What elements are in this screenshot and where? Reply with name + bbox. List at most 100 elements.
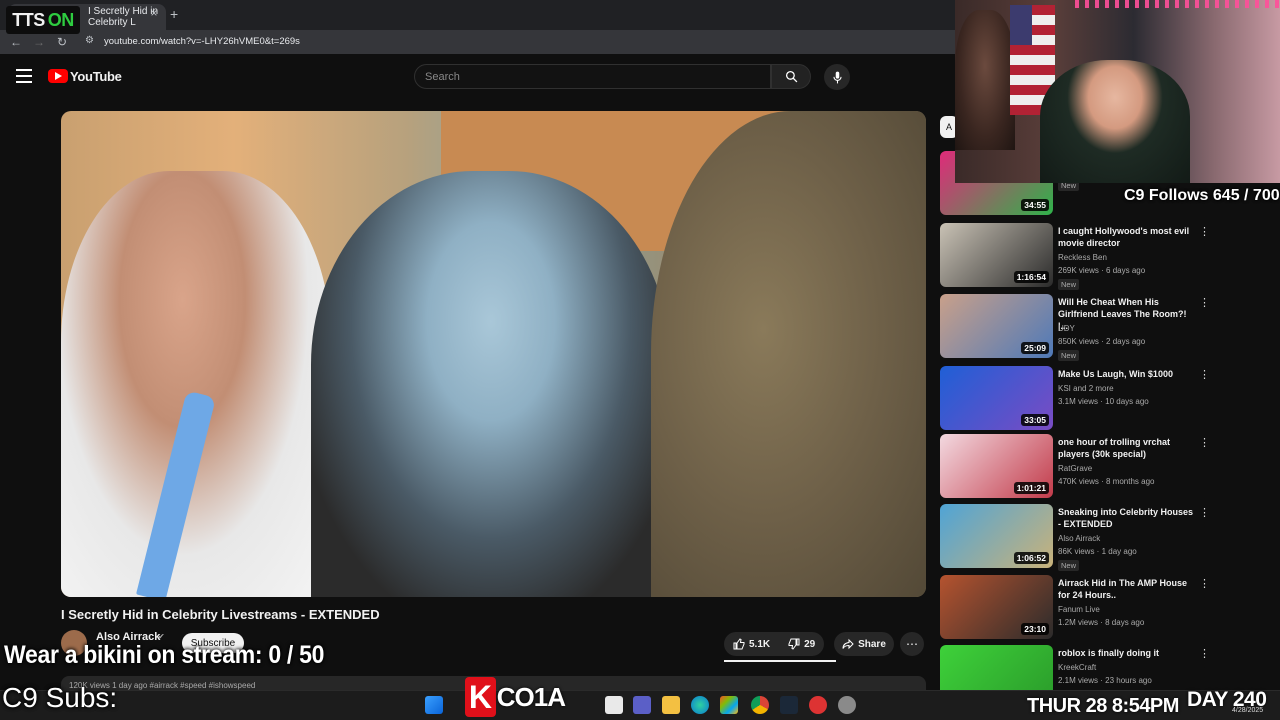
video-thumbnail[interactable]: 1:16:54 <box>940 223 1053 287</box>
edge-icon[interactable] <box>691 696 709 714</box>
video-duration: 25:09 <box>1021 342 1049 354</box>
video-thumbnail[interactable]: 23:10 <box>940 575 1053 639</box>
tab-close-icon[interactable]: × <box>147 6 161 20</box>
kcoin-text: CO1A <box>496 681 566 712</box>
teams-icon[interactable] <box>633 696 651 714</box>
video-thumbnail[interactable]: 33:05 <box>940 366 1053 430</box>
windows-start-icon[interactable] <box>425 696 443 714</box>
clock-overlay: THUR 28 8:54PM <box>1027 695 1179 717</box>
kcoin-logo: K <box>465 677 496 717</box>
copilot-icon[interactable] <box>720 696 738 714</box>
steam-icon[interactable] <box>780 696 798 714</box>
subs-goal: C9 Subs: <box>2 682 118 713</box>
youtube-logo-icon[interactable] <box>48 69 68 83</box>
menu-icon[interactable] <box>16 69 32 83</box>
like-ratio-bar <box>724 660 836 662</box>
voice-search-button[interactable] <box>824 64 850 90</box>
video-title[interactable]: I caught Hollywood's most evil movie dir… <box>1058 225 1198 249</box>
video-player[interactable] <box>61 111 926 597</box>
channel-name[interactable]: KSI and 2 more <box>1058 383 1114 394</box>
new-badge: New <box>1058 350 1080 361</box>
video-menu-icon[interactable]: ⋮ <box>1199 436 1210 449</box>
video-stats: 850K views · 2 days ago <box>1058 337 1146 346</box>
video-duration: 1:16:54 <box>1013 271 1049 283</box>
dislike-count: 29 <box>804 638 816 650</box>
video-stats: 86K views · 1 day ago <box>1058 547 1137 556</box>
channel-name[interactable]: KreekCraft <box>1058 662 1096 673</box>
video-duration: 33:05 <box>1021 414 1049 426</box>
video-thumbnail[interactable]: 25:09 <box>940 294 1053 358</box>
tts-label: TTS <box>12 9 45 30</box>
video-title[interactable]: one hour of trolling vrchat players (30k… <box>1058 436 1198 460</box>
kcoin-overlay: K CO1A <box>465 677 566 717</box>
channel-name[interactable]: Reckless Ben <box>1058 252 1107 263</box>
recommended-video[interactable]: 25:09 Will He Cheat When His Girlfriend L… <box>940 294 1270 361</box>
video-stats: 470K views · 8 months ago <box>1058 477 1155 486</box>
video-stats: 3.1M views · 10 days ago <box>1058 397 1149 406</box>
video-duration: 1:06:52 <box>1013 552 1049 564</box>
video-duration: 34:55 <box>1021 199 1049 211</box>
new-badge: New <box>1058 560 1080 571</box>
video-menu-icon[interactable]: ⋮ <box>1199 296 1210 309</box>
share-button[interactable]: Share <box>834 632 894 656</box>
video-menu-icon[interactable]: ⋮ <box>1199 647 1210 660</box>
bikini-goal: Wear a bikini on stream: 0 / 50 <box>4 639 325 669</box>
folder-icon[interactable] <box>662 696 680 714</box>
new-badge: New <box>1058 279 1080 290</box>
like-count: 5.1K <box>749 638 771 650</box>
webcam-overlay <box>955 0 1280 183</box>
video-menu-icon[interactable]: ⋮ <box>1199 577 1210 590</box>
like-dislike-group: 5.1K 29 <box>724 632 824 656</box>
more-actions-icon[interactable]: ⋯ <box>900 632 924 656</box>
thumbs-up-icon <box>733 638 745 650</box>
recommended-video[interactable]: 1:06:52 Sneaking into Celebrity Houses - … <box>940 504 1270 571</box>
channel-name[interactable]: Also Airrack <box>1058 533 1100 544</box>
dislike-button[interactable]: 29 <box>779 638 824 650</box>
video-title[interactable]: Airrack Hid in The AMP House for 24 Hour… <box>1058 577 1198 601</box>
video-stats: 1.2M views · 8 days ago <box>1058 618 1145 627</box>
recommended-video[interactable]: 1:01:21 one hour of trolling vrchat playe… <box>940 434 1270 498</box>
share-label: Share <box>858 638 886 650</box>
back-icon[interactable]: ← <box>8 34 24 50</box>
recommended-video[interactable]: 33:05 Make Us Laugh, Win $1000 KSI and 2 m… <box>940 366 1270 430</box>
follows-goal: C9 Follows 645 / 700 <box>1124 187 1280 204</box>
video-duration: 1:01:21 <box>1013 482 1049 494</box>
video-menu-icon[interactable]: ⋮ <box>1199 225 1210 238</box>
video-title: I Secretly Hid in Celebrity Livestreams … <box>61 607 380 622</box>
video-stats: 2.1M views · 23 hours ago <box>1058 676 1152 685</box>
url-field[interactable]: youtube.com/watch?v=-LHY26hVME0&t=269s <box>104 36 300 47</box>
recommended-video[interactable]: 1:16:54 I caught Hollywood's most evil mo… <box>940 223 1270 290</box>
video-thumbnail[interactable]: 1:01:21 <box>940 434 1053 498</box>
video-thumbnail[interactable]: 1:06:52 <box>940 504 1053 568</box>
search-button[interactable] <box>771 64 811 89</box>
video-duration: 23:10 <box>1021 623 1049 635</box>
youtube-logo-text[interactable]: YouTube <box>70 69 122 84</box>
video-menu-icon[interactable]: ⋮ <box>1199 368 1210 381</box>
recommended-video[interactable]: 23:10 Airrack Hid in The AMP House for 24… <box>940 575 1270 639</box>
tts-state: ON <box>47 9 75 30</box>
video-title[interactable]: Will He Cheat When His Girlfriend Leaves… <box>1058 296 1198 332</box>
search-icon <box>785 70 797 83</box>
site-info-icon[interactable]: ⚙ <box>85 35 94 46</box>
chrome-icon[interactable] <box>751 696 769 714</box>
recording-app-icon[interactable] <box>809 696 827 714</box>
video-title[interactable]: roblox is finally doing it <box>1058 647 1198 659</box>
reload-icon[interactable]: ↻ <box>54 34 70 50</box>
mic-icon <box>832 71 842 83</box>
channel-name[interactable]: RatGrave <box>1058 463 1092 474</box>
search-input[interactable]: Search <box>414 64 771 89</box>
file-icon[interactable] <box>605 696 623 714</box>
channel-name[interactable]: Fanum Live <box>1058 604 1100 615</box>
share-icon <box>842 638 854 650</box>
channel-name[interactable]: UDY <box>1058 323 1075 334</box>
video-stats: 269K views · 6 days ago <box>1058 266 1146 275</box>
video-menu-icon[interactable]: ⋮ <box>1199 506 1210 519</box>
settings-icon[interactable] <box>838 696 856 714</box>
video-title[interactable]: Sneaking into Celebrity Houses - EXTENDE… <box>1058 506 1198 530</box>
forward-icon[interactable]: → <box>31 34 47 50</box>
tts-status-badge: TTS ON <box>6 6 80 34</box>
video-title[interactable]: Make Us Laugh, Win $1000 <box>1058 368 1198 380</box>
like-button[interactable]: 5.1K <box>724 638 779 650</box>
system-date: 4/28/2025 <box>1232 707 1264 714</box>
new-tab-button[interactable]: + <box>170 6 178 22</box>
